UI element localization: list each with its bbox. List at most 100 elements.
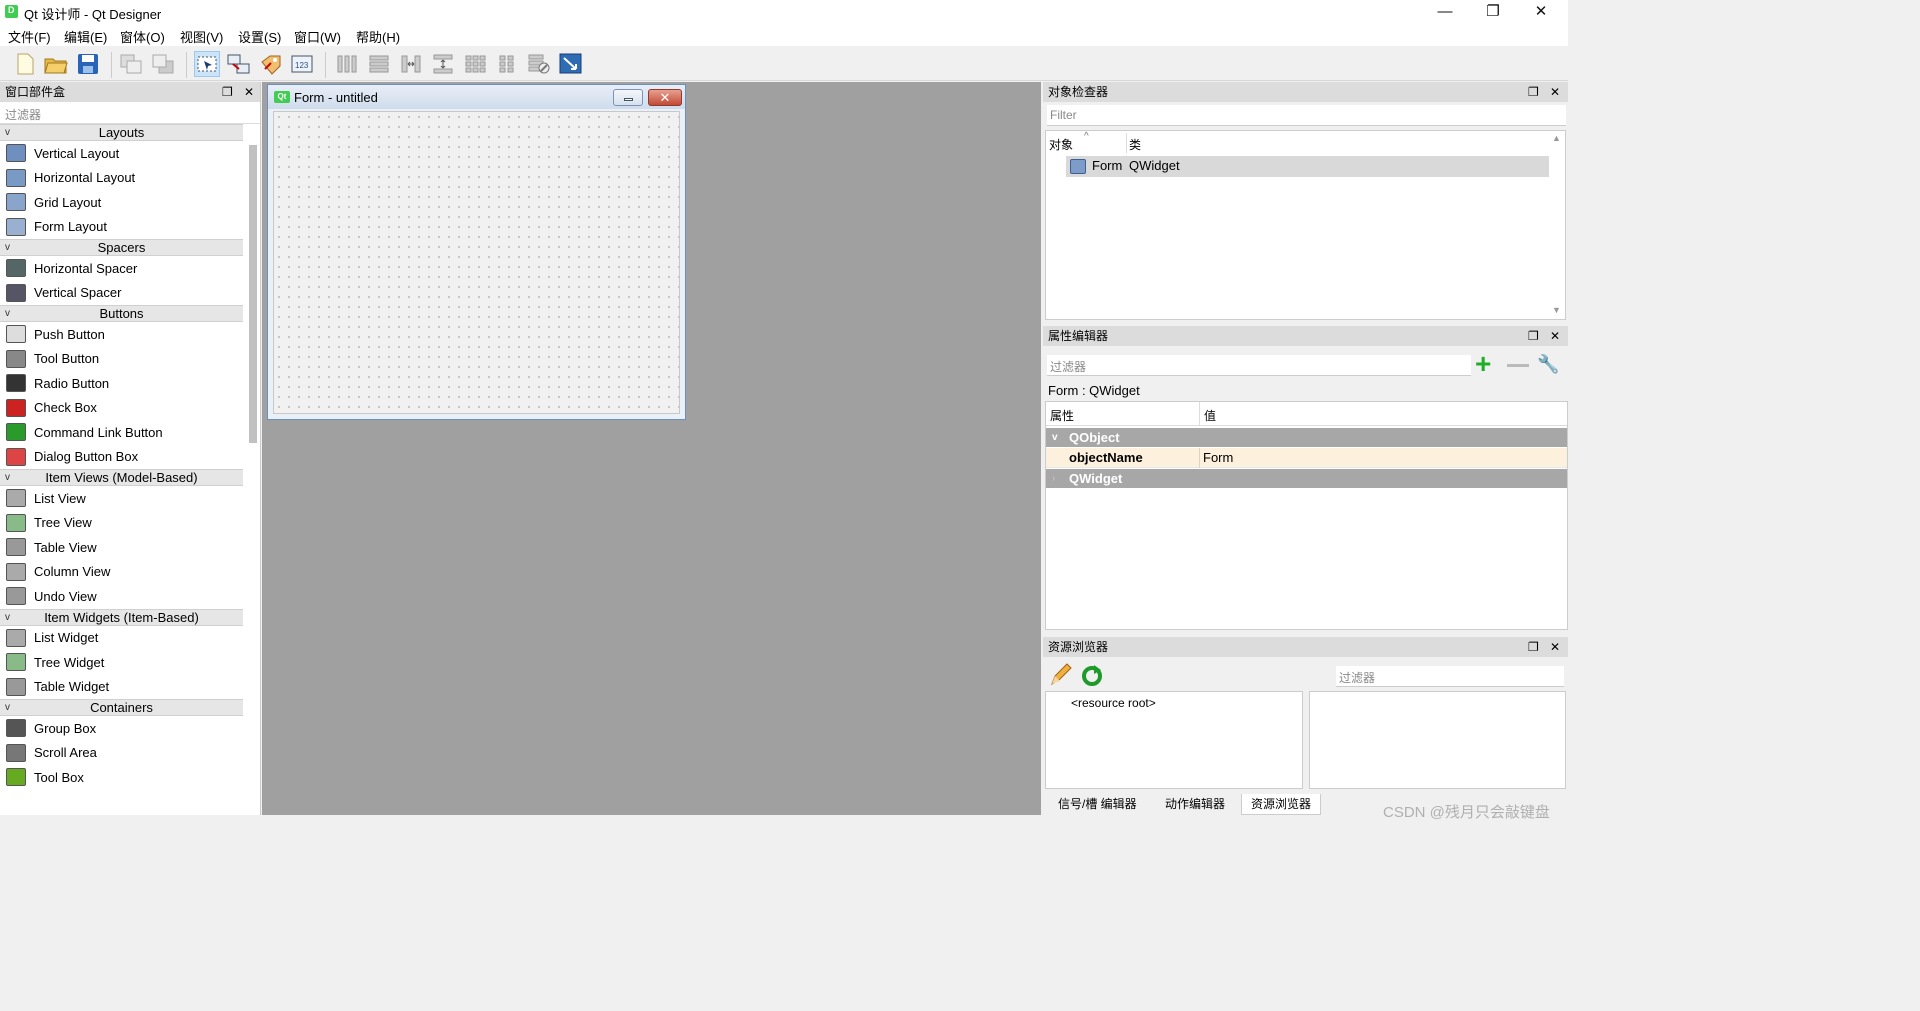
category-item-widgets-item-based[interactable]: v Item Widgets (Item-Based) — [0, 608, 243, 626]
tree-row-form[interactable]: Form QWidget — [1066, 156, 1549, 177]
layout-grid-icon[interactable] — [462, 51, 488, 77]
widget-item-radio-button[interactable]: Radio Button — [0, 371, 243, 396]
tab-signal-slot-editor[interactable]: 信号/槽 编辑器 — [1058, 794, 1137, 815]
widget-item-vertical-layout[interactable]: Vertical Layout — [0, 141, 243, 166]
widget-item-grid-layout[interactable]: Grid Layout — [0, 190, 243, 215]
dock-float-icon[interactable]: ❐ — [1528, 637, 1539, 657]
widget-box-filter[interactable]: 过滤器 — [0, 102, 260, 124]
layout-horizontal-icon[interactable] — [334, 51, 360, 77]
menu-window[interactable]: 窗口(W) — [294, 27, 341, 46]
category-label: Layouts — [98, 125, 145, 140]
widget-item-vertical-spacer[interactable]: Vertical Spacer — [0, 281, 243, 306]
widget-item-tool-button[interactable]: Tool Button — [0, 347, 243, 372]
col-object-header[interactable]: 对象 — [1049, 136, 1073, 153]
widget-item-label: Vertical Layout — [34, 145, 120, 161]
widget-item-table-view[interactable]: Table View — [0, 535, 243, 560]
bring-to-front-icon[interactable] — [150, 51, 176, 77]
category-spacers[interactable]: v Spacers — [0, 239, 243, 256]
configure-wrench-icon[interactable]: 🔧 — [1537, 354, 1563, 378]
add-property-icon[interactable]: + — [1475, 350, 1501, 378]
group-qobject[interactable]: v QObject — [1046, 428, 1567, 447]
widget-item-list-view[interactable]: List View — [0, 486, 243, 511]
property-row-objectname[interactable]: objectName Form — [1046, 448, 1567, 468]
edit-signals-slots-icon[interactable] — [226, 51, 252, 77]
property-value[interactable]: Form — [1203, 450, 1233, 465]
menu-help[interactable]: 帮助(H) — [356, 27, 400, 46]
dock-float-icon[interactable]: ❐ — [1528, 326, 1539, 346]
col-value-header[interactable]: 值 — [1204, 407, 1216, 424]
tab-action-editor[interactable]: 动作编辑器 — [1165, 794, 1225, 815]
menu-edit[interactable]: 编辑(E) — [64, 27, 107, 46]
category-layouts[interactable]: v Layouts — [0, 124, 243, 141]
scroll-down-icon[interactable]: ▼ — [1552, 305, 1561, 315]
widget-item-undo-view[interactable]: Undo View — [0, 584, 243, 609]
widget-item-scroll-area[interactable]: Scroll Area — [0, 741, 243, 766]
close-icon[interactable]: ✕ — [1518, 0, 1564, 24]
category-containers[interactable]: v Containers — [0, 699, 243, 716]
widget-item-table-widget[interactable]: Table Widget — [0, 675, 243, 700]
scroll-up-icon[interactable]: ▲ — [1552, 133, 1561, 143]
resource-filter[interactable]: 过滤器 — [1336, 666, 1564, 687]
menu-file[interactable]: 文件(F) — [8, 27, 51, 46]
widget-item-command-link-button[interactable]: Command Link Button — [0, 420, 243, 445]
tab-resource-browser[interactable]: 资源浏览器 — [1241, 794, 1322, 815]
edit-resources-pencil-icon[interactable] — [1049, 663, 1073, 687]
open-folder-icon[interactable] — [43, 51, 69, 77]
widget-item-group-box[interactable]: Group Box — [0, 716, 243, 741]
property-filter[interactable]: 过滤器 — [1047, 355, 1471, 376]
category-item-views-model-based[interactable]: v Item Views (Model-Based) — [0, 469, 243, 486]
category-buttons[interactable]: v Buttons — [0, 305, 243, 322]
chevron-down-icon: v — [5, 611, 10, 623]
dock-close-icon[interactable]: ✕ — [244, 82, 254, 102]
layout-form-icon[interactable] — [494, 51, 520, 77]
col-class-header[interactable]: 类 — [1129, 136, 1141, 153]
widget-item-horizontal-layout[interactable]: Horizontal Layout — [0, 166, 243, 191]
menu-settings[interactable]: 设置(S) — [238, 27, 281, 46]
widget-item-check-box[interactable]: Check Box — [0, 396, 243, 421]
form-canvas[interactable] — [273, 111, 680, 414]
break-layout-icon[interactable] — [526, 51, 552, 77]
widget-item-horizontal-spacer[interactable]: Horizontal Spacer — [0, 256, 243, 281]
qt-form-icon: Qt — [274, 91, 290, 103]
widget-item-label: Undo View — [34, 588, 97, 604]
widget-item-push-button[interactable]: Push Button — [0, 322, 243, 347]
send-to-back-icon[interactable] — [118, 51, 144, 77]
widget-item-dialog-button-box[interactable]: Dialog Button Box — [0, 445, 243, 470]
dock-close-icon[interactable]: ✕ — [1550, 326, 1560, 346]
edit-buddies-icon[interactable] — [258, 51, 284, 77]
form-window[interactable]: Qt Form - untitled ✕ — [267, 84, 686, 420]
object-filter[interactable]: Filter — [1047, 105, 1566, 126]
new-file-icon[interactable] — [12, 51, 38, 77]
form-title-bar[interactable]: Qt Form - untitled ✕ — [268, 85, 685, 109]
layout-hsplitter-icon[interactable] — [398, 51, 424, 77]
menu-view[interactable]: 视图(V) — [180, 27, 223, 46]
remove-property-icon[interactable] — [1507, 364, 1529, 367]
restore-icon[interactable]: ❐ — [1470, 0, 1516, 24]
menu-form[interactable]: 窗体(O) — [120, 27, 165, 46]
group-qwidget[interactable]: › QWidget — [1046, 469, 1567, 488]
edit-tab-order-icon[interactable]: 123 — [290, 51, 316, 77]
resource-root[interactable]: <resource root> — [1071, 696, 1156, 710]
widget-item-tree-view[interactable]: Tree View — [0, 511, 243, 536]
dock-close-icon[interactable]: ✕ — [1550, 637, 1560, 657]
save-icon[interactable] — [75, 51, 101, 77]
dock-close-icon[interactable]: ✕ — [1550, 82, 1560, 102]
chevron-right-icon: › — [1052, 473, 1056, 484]
dock-float-icon[interactable]: ❐ — [1528, 82, 1539, 102]
widget-item-column-view[interactable]: Column View — [0, 560, 243, 585]
widget-box-scrollbar[interactable] — [249, 145, 257, 443]
layout-vsplitter-icon[interactable] — [430, 51, 456, 77]
widget-item-list-widget[interactable]: List Widget — [0, 626, 243, 651]
edit-widgets-icon[interactable] — [194, 51, 220, 77]
widget-item-tree-widget[interactable]: Tree Widget — [0, 650, 243, 675]
minimize-icon[interactable]: — — [1422, 0, 1468, 24]
widget-item-tool-box[interactable]: Tool Box — [0, 765, 243, 790]
form-minimize-icon[interactable] — [613, 89, 643, 106]
adjust-size-icon[interactable] — [558, 51, 584, 77]
widget-item-form-layout[interactable]: Form Layout — [0, 215, 243, 240]
reload-icon[interactable] — [1080, 663, 1104, 687]
dock-float-icon[interactable]: ❐ — [222, 82, 233, 102]
col-property-header[interactable]: 属性 — [1050, 407, 1074, 424]
form-close-icon[interactable]: ✕ — [648, 89, 682, 106]
layout-vertical-icon[interactable] — [366, 51, 392, 77]
